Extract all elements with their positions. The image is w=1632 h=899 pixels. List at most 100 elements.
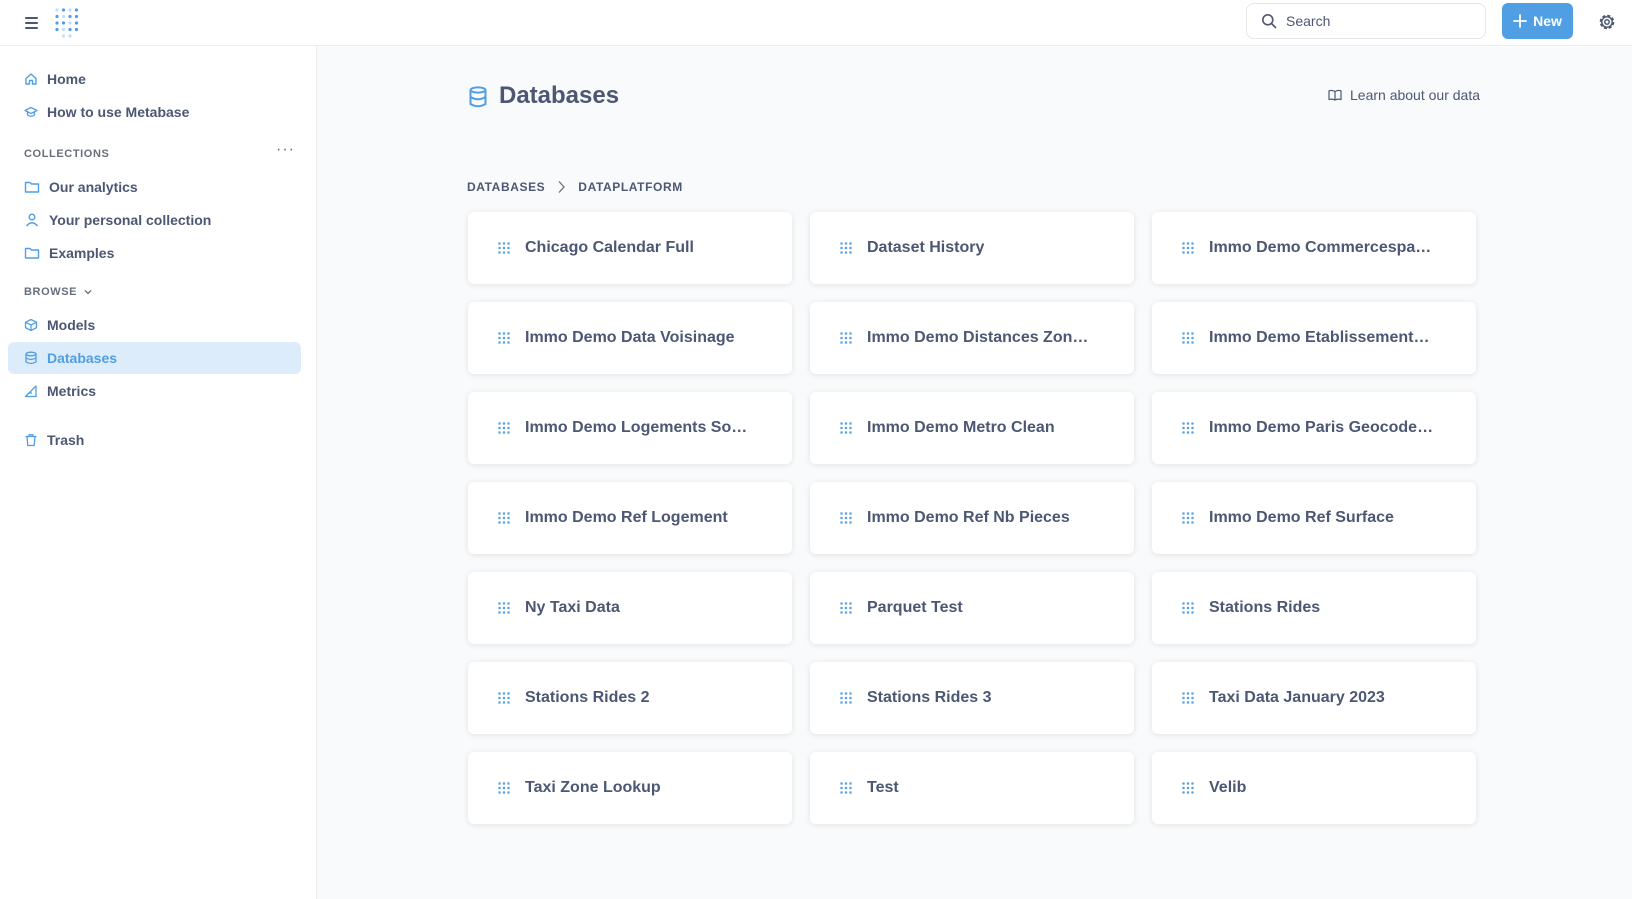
sidebar-item-label: Trash [47, 432, 85, 448]
model-icon [24, 318, 38, 332]
sidebar-item-home[interactable]: Home [8, 63, 301, 95]
book-icon [1328, 89, 1342, 101]
table-card-name: Immo Demo Distances Zon… [867, 329, 1089, 346]
table-grid-icon [840, 242, 852, 254]
breadcrumb-dataplatform: DATAPLATFORM [578, 180, 683, 194]
browse-heading-label: BROWSE [24, 286, 78, 298]
table-card[interactable]: Ny Taxi Data [468, 572, 792, 644]
sidebar-item-label: Home [47, 71, 86, 87]
table-card-name: Stations Rides 3 [867, 689, 992, 706]
new-button[interactable]: New [1502, 3, 1573, 39]
sidebar-item-our-analytics[interactable]: Our analytics [8, 171, 301, 203]
sidebar-item-label: Examples [49, 245, 115, 261]
table-grid-icon [498, 332, 510, 344]
table-card-name: Taxi Zone Lookup [525, 779, 661, 796]
table-card[interactable]: Parquet Test [810, 572, 1134, 644]
table-card-name: Immo Demo Metro Clean [867, 419, 1055, 436]
learn-about-data-label: Learn about our data [1350, 87, 1480, 103]
table-grid-icon [1182, 422, 1194, 434]
table-grid-icon [498, 242, 510, 254]
learn-about-data-link[interactable]: Learn about our data [1328, 87, 1480, 103]
browse-heading[interactable]: BROWSE [24, 286, 93, 298]
table-card-name: Immo Demo Etablissement… [1209, 329, 1430, 346]
table-card-name: Immo Demo Logements So… [525, 419, 748, 436]
table-card[interactable]: Immo Demo Distances Zon… [810, 302, 1134, 374]
table-card[interactable]: Immo Demo Paris Geocode… [1152, 392, 1476, 464]
table-grid-icon [840, 782, 852, 794]
sidebar-item-label: Your personal collection [49, 212, 212, 228]
search-box[interactable] [1246, 3, 1486, 39]
search-input[interactable] [1286, 13, 1466, 29]
table-grid-icon [498, 782, 510, 794]
table-card[interactable]: Taxi Data January 2023 [1152, 662, 1476, 734]
table-card-name: Dataset History [867, 239, 985, 256]
table-card-name: Immo Demo Ref Logement [525, 509, 728, 526]
table-card[interactable]: Stations Rides 3 [810, 662, 1134, 734]
learn-icon [24, 106, 38, 117]
chevron-down-icon [84, 290, 92, 295]
plus-icon [1513, 14, 1527, 28]
gear-icon[interactable] [1596, 11, 1618, 33]
table-card-name: Ny Taxi Data [525, 599, 620, 616]
folder-icon [24, 247, 40, 259]
breadcrumb-databases[interactable]: DATABASES [467, 180, 545, 194]
table-card-name: Chicago Calendar Full [525, 239, 694, 256]
table-card[interactable]: Test [810, 752, 1134, 824]
metabase-logo[interactable] [53, 6, 81, 38]
table-card[interactable]: Immo Demo Data Voisinage [468, 302, 792, 374]
table-grid-icon [1182, 692, 1194, 704]
metric-icon [24, 385, 37, 398]
table-card-name: Velib [1209, 779, 1247, 796]
table-card[interactable]: Velib [1152, 752, 1476, 824]
sidebar-item-metrics[interactable]: Metrics [8, 375, 301, 407]
sidebar-item-how-to-use[interactable]: How to use Metabase [8, 96, 301, 128]
table-card[interactable]: Chicago Calendar Full [468, 212, 792, 284]
new-button-label: New [1533, 13, 1562, 29]
sidebar-item-models[interactable]: Models [8, 309, 301, 341]
table-grid-icon [498, 692, 510, 704]
table-card[interactable]: Immo Demo Metro Clean [810, 392, 1134, 464]
sidebar-item-label: Metrics [47, 383, 97, 399]
sidebar-item-trash[interactable]: Trash [8, 424, 301, 456]
table-card-name: Taxi Data January 2023 [1209, 689, 1385, 706]
hamburger-icon[interactable] [22, 13, 42, 33]
table-card-name: Stations Rides 2 [525, 689, 650, 706]
table-card[interactable]: Immo Demo Ref Surface [1152, 482, 1476, 554]
trash-icon [25, 434, 37, 447]
table-card-name: Test [867, 779, 899, 796]
table-grid-icon [840, 422, 852, 434]
table-card-name: Stations Rides [1209, 599, 1321, 616]
breadcrumb: DATABASES DATAPLATFORM [467, 180, 683, 194]
sidebar-item-examples[interactable]: Examples [8, 237, 301, 269]
home-icon [25, 73, 37, 85]
table-card-name: Immo Demo Commercespa… [1209, 239, 1432, 256]
table-card[interactable]: Immo Demo Ref Nb Pieces [810, 482, 1134, 554]
collections-more-icon[interactable]: ··· [276, 142, 295, 158]
table-card[interactable]: Immo Demo Commercespa… [1152, 212, 1476, 284]
sidebar: Home How to use Metabase COLLECTIONS ···… [0, 46, 317, 899]
table-grid-icon [1182, 332, 1194, 344]
table-card-name: Immo Demo Ref Surface [1209, 509, 1394, 526]
sidebar-item-databases[interactable]: Databases [8, 342, 301, 374]
table-grid: Chicago Calendar Full Dataset History Immo… [468, 212, 1476, 824]
table-grid-icon [498, 422, 510, 434]
table-grid-icon [1182, 782, 1194, 794]
table-card[interactable]: Immo Demo Logements So… [468, 392, 792, 464]
sidebar-item-label: Our analytics [49, 179, 138, 195]
sidebar-item-label: Databases [47, 350, 118, 366]
top-navbar: New [0, 0, 1632, 46]
table-card[interactable]: Stations Rides [1152, 572, 1476, 644]
sidebar-item-personal-collection[interactable]: Your personal collection [8, 204, 301, 236]
table-card[interactable]: Immo Demo Ref Logement [468, 482, 792, 554]
table-card[interactable]: Stations Rides 2 [468, 662, 792, 734]
collections-heading: COLLECTIONS [24, 148, 110, 160]
table-card[interactable]: Taxi Zone Lookup [468, 752, 792, 824]
table-card[interactable]: Immo Demo Etablissement… [1152, 302, 1476, 374]
table-card[interactable]: Dataset History [810, 212, 1134, 284]
search-icon [1262, 14, 1277, 29]
person-icon [25, 213, 39, 227]
table-card-name: Immo Demo Data Voisinage [525, 329, 735, 346]
table-grid-icon [498, 512, 510, 524]
table-grid-icon [840, 332, 852, 344]
table-grid-icon [1182, 242, 1194, 254]
